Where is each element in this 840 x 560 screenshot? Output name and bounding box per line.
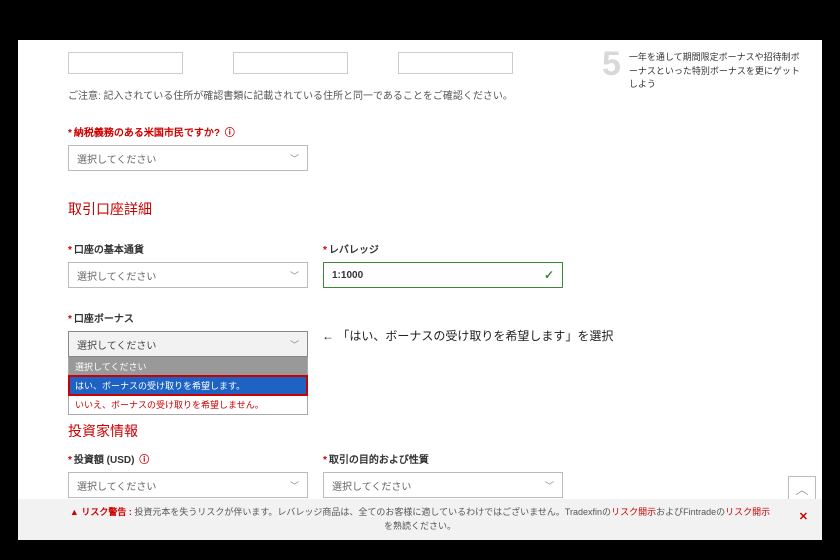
trade-purpose-select[interactable]: 選択してください ﹀ [323,472,563,498]
chevron-down-icon: ﹀ [290,338,299,351]
address-inputs-row [68,52,800,74]
bonus-option-yes[interactable]: はい、ボーナスの受け取りを希望します。 [69,376,307,395]
chevron-down-icon: ﹀ [290,152,299,165]
select-value: 選択してください [77,268,156,283]
risk-link-2[interactable]: リスク開示 [725,507,770,517]
scroll-to-top-button[interactable]: ︿ [788,476,816,500]
address-input-3[interactable] [398,52,513,74]
risk-warning-bar: ▲ リスク警告 : 投資元本を失うリスクが伴います。レバレッジ商品は、全てのお客… [18,499,822,540]
leverage-label: *レバレッジ [323,241,563,256]
chevron-down-icon: ﹀ [290,269,299,282]
trade-purpose-label: *取引の目的および性質 [323,451,563,466]
required-marker: * [68,245,72,256]
risk-text-2: およびFintradeの [656,507,725,517]
invest-amount-select[interactable]: 選択してください ﹀ [68,472,308,498]
required-marker: * [68,128,72,139]
address-input-2[interactable] [233,52,348,74]
required-marker: * [323,245,327,256]
info-icon[interactable]: ⓘ [225,124,235,139]
info-icon[interactable]: ⓘ [139,451,149,466]
leverage-select[interactable]: 1:1000 ✓ [323,262,563,288]
risk-text-1: 投資元本を失うリスクが伴います。レバレッジ商品は、全てのお客様に適しているわけで… [132,507,611,517]
base-currency-label: *口座の基本通貨 [68,241,308,256]
chevron-down-icon: ﹀ [545,479,554,492]
bonus-dropdown: 選択してください はい、ボーナスの受け取りを希望します。 いいえ、ボーナスの受け… [68,357,308,415]
section-account-details: 取引口座詳細 [68,199,800,219]
bonus-label: *口座ボーナス [68,310,800,325]
chevron-down-icon: ﹀ [290,479,299,492]
check-icon: ✓ [544,268,554,282]
select-value: 1:1000 [332,270,363,281]
close-icon[interactable]: ✕ [799,509,808,526]
invest-amount-label: *投資額 (USD) ⓘ [68,451,308,466]
required-marker: * [323,455,327,466]
select-value: 選択してください [77,478,156,493]
select-value: 選択してください [77,151,156,166]
risk-text-3: を熟読ください。 [384,521,456,531]
warning-icon: ▲ [70,507,79,517]
select-value: 選択してください [77,337,156,352]
base-currency-select[interactable]: 選択してください ﹀ [68,262,308,288]
chevron-up-icon: ︿ [795,479,808,498]
bonus-option-no[interactable]: いいえ、ボーナスの受け取りを希望しません。 [69,395,307,414]
required-marker: * [68,455,72,466]
bonus-option-placeholder[interactable]: 選択してください [69,357,307,376]
bonus-select[interactable]: 選択してください ﹀ [68,331,308,357]
risk-link-1[interactable]: リスク開示 [611,507,656,517]
risk-label: リスク警告 : [81,507,132,517]
us-tax-label: *納税義務のある米国市民ですか? ⓘ [68,124,800,139]
us-tax-select[interactable]: 選択してください ﹀ [68,145,308,171]
address-note: ご注意: 記入されている住所が確認書類に記載されている住所と同一であることをご確… [68,87,800,102]
section-investor-info: 投資家情報 [68,421,800,441]
required-marker: * [68,314,72,325]
annotation-arrow-text: ← 「はい、ボーナスの受け取りを希望します」を選択 [322,327,613,344]
address-input-1[interactable] [68,52,183,74]
select-value: 選択してください [332,478,411,493]
